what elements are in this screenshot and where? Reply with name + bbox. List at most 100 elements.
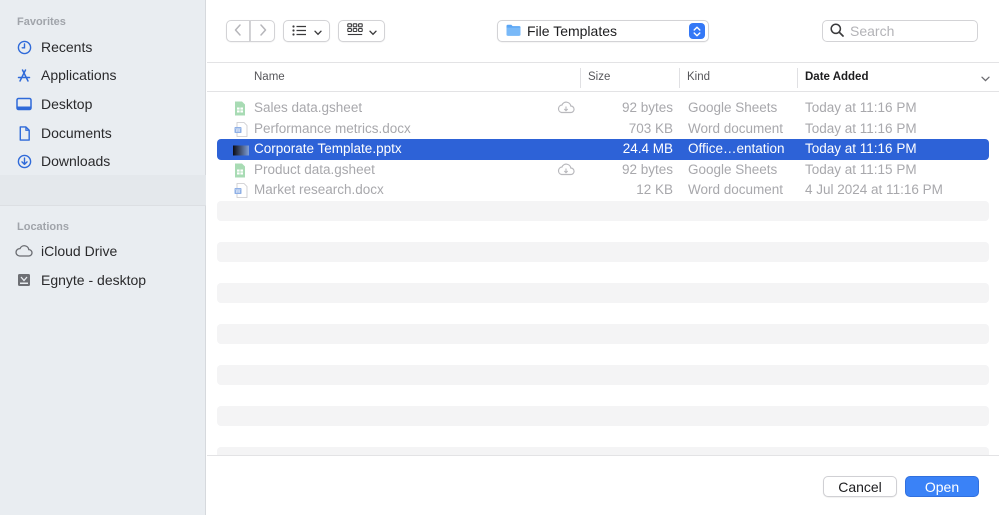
file-size: 92 bytes xyxy=(621,161,673,177)
file-size: 24.4 MB xyxy=(622,141,673,156)
chevron-left-icon xyxy=(234,23,242,39)
file-date: Today at 11:16 PM xyxy=(805,100,917,115)
file-date: Today at 11:16 PM xyxy=(805,120,917,136)
file-size: 12 KB xyxy=(636,182,673,197)
sidebar-item-label: Downloads xyxy=(41,153,111,169)
sidebar-item-label: Egnyte - desktop xyxy=(41,272,147,288)
file-kind: Word document xyxy=(688,182,784,197)
location-popup[interactable]: File Templates xyxy=(497,20,709,42)
file-date: 4 Jul 2024 at 11:16 PM xyxy=(805,182,943,197)
back-button[interactable] xyxy=(226,20,250,42)
document-icon xyxy=(14,123,34,143)
sidebar-item-label: iCloud Drive xyxy=(41,243,118,259)
location-label: File Templates xyxy=(527,23,618,39)
column-size[interactable]: Size xyxy=(588,71,610,83)
forward-button[interactable] xyxy=(250,20,275,42)
open-button[interactable]: Open xyxy=(905,476,979,497)
sidebar-item-downloads[interactable]: Downloads xyxy=(14,149,199,173)
sidebar-item-applications[interactable]: Applications xyxy=(14,63,199,87)
drive-icon xyxy=(14,270,34,290)
file-date: Today at 11:15 PM xyxy=(805,161,917,177)
search-field[interactable] xyxy=(822,20,978,42)
empty-row xyxy=(217,323,989,344)
pptx-icon xyxy=(233,144,249,159)
sidebar-item-desktop[interactable]: Desktop xyxy=(14,92,199,116)
column-divider xyxy=(679,68,680,88)
cloud-download-icon[interactable] xyxy=(557,163,575,179)
empty-row xyxy=(217,405,989,426)
sidebar-item-egnyte[interactable]: Egnyte - desktop xyxy=(14,268,199,292)
clock-icon xyxy=(14,37,34,57)
file-kind: Google Sheets xyxy=(688,161,778,177)
dialog-footer: Cancel Open xyxy=(207,455,999,515)
empty-row xyxy=(217,385,989,406)
desktop-icon xyxy=(14,94,34,114)
cloud-icon xyxy=(14,241,34,261)
empty-row xyxy=(217,241,989,262)
cancel-button[interactable]: Cancel xyxy=(823,476,897,497)
file-kind: Office…entation xyxy=(688,141,785,156)
word-icon: W xyxy=(234,183,248,198)
sidebar-item-label: Applications xyxy=(41,67,117,83)
sheet-icon xyxy=(234,101,248,116)
locations-heading: Locations xyxy=(17,221,69,233)
grid-view-button[interactable] xyxy=(338,20,385,42)
svg-text:W: W xyxy=(236,127,241,133)
sidebar-divider xyxy=(0,205,206,206)
table-row[interactable]: W Performance metrics.docx 703 KB Word d… xyxy=(217,119,989,140)
empty-row xyxy=(217,426,989,447)
empty-row xyxy=(217,344,989,365)
list-view-icon xyxy=(291,24,308,39)
column-divider xyxy=(797,68,798,88)
table-row[interactable]: Product data.gsheet 92 bytes Google Shee… xyxy=(217,160,989,181)
up-down-chevron-icon xyxy=(689,23,705,39)
empty-row xyxy=(217,364,989,385)
svg-text:W: W xyxy=(236,189,241,195)
chevron-down-icon xyxy=(313,24,322,39)
column-name[interactable]: Name xyxy=(254,71,285,83)
table-row[interactable]: W Market research.docx 12 KB Word docume… xyxy=(217,180,989,201)
sidebar-item-label: Documents xyxy=(41,125,112,141)
file-name: Product data.gsheet xyxy=(254,161,375,177)
sidebar-spacer xyxy=(0,175,206,205)
column-kind[interactable]: Kind xyxy=(687,71,710,83)
column-date-added[interactable]: Date Added xyxy=(805,71,868,83)
file-name: Corporate Template.pptx xyxy=(254,141,402,156)
file-name: Performance metrics.docx xyxy=(254,120,411,136)
folder-icon xyxy=(506,24,521,39)
empty-row xyxy=(217,262,989,283)
sidebar-item-recents[interactable]: Recents xyxy=(14,35,199,59)
sidebar-item-label: Recents xyxy=(41,39,93,55)
empty-row xyxy=(217,303,989,324)
sidebar-item-documents[interactable]: Documents xyxy=(14,121,199,145)
file-name: Sales data.gsheet xyxy=(254,100,363,115)
file-kind: Google Sheets xyxy=(688,100,778,115)
empty-row xyxy=(217,200,989,221)
word-icon: W xyxy=(234,121,248,137)
chevron-right-icon xyxy=(259,23,267,39)
table-row[interactable]: Sales data.gsheet 92 bytes Google Sheets… xyxy=(217,98,989,119)
sidebar: Favorites Recents Applications Desktop D… xyxy=(0,0,206,515)
favorites-heading: Favorites xyxy=(17,16,66,28)
file-date: Today at 11:16 PM xyxy=(805,141,917,156)
sheet-icon xyxy=(234,163,248,178)
grid-view-icon xyxy=(346,23,363,39)
chevron-down-icon[interactable] xyxy=(981,73,990,85)
cloud-download-icon[interactable] xyxy=(557,101,575,117)
file-kind: Word document xyxy=(688,120,784,136)
column-divider xyxy=(580,68,581,88)
column-header: Name Size Kind Date Added xyxy=(207,64,999,92)
search-input[interactable] xyxy=(850,23,970,39)
empty-row xyxy=(217,221,989,242)
table-row-selected[interactable]: Corporate Template.pptx 24.4 MB Office…e… xyxy=(217,139,989,160)
list-view-button[interactable] xyxy=(283,20,330,42)
file-size: 703 KB xyxy=(628,120,673,136)
download-icon xyxy=(14,151,34,171)
empty-row xyxy=(217,282,989,303)
search-icon xyxy=(830,22,844,40)
applications-icon xyxy=(14,65,34,85)
sidebar-item-label: Desktop xyxy=(41,96,93,112)
file-size: 92 bytes xyxy=(621,100,673,115)
file-name: Market research.docx xyxy=(254,182,384,197)
sidebar-item-icloud-drive[interactable]: iCloud Drive xyxy=(14,239,199,263)
